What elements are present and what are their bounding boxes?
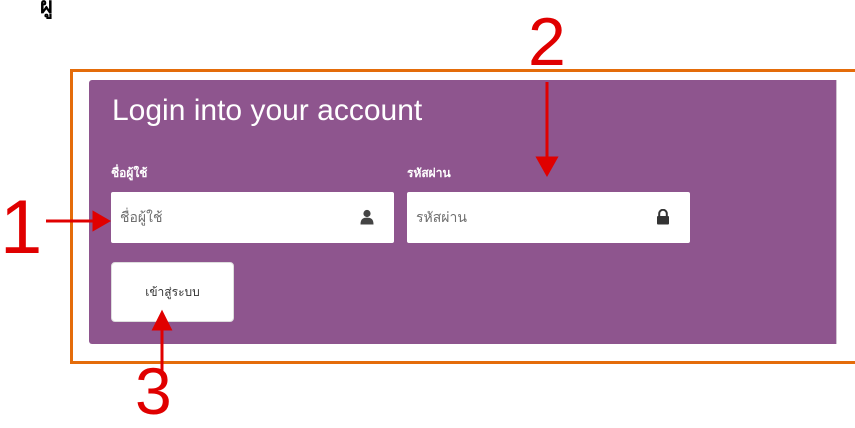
arrow-1 (46, 210, 112, 232)
arrow-2 (535, 82, 559, 178)
arrow-3 (151, 309, 173, 372)
annotation-arrows (46, 82, 559, 372)
